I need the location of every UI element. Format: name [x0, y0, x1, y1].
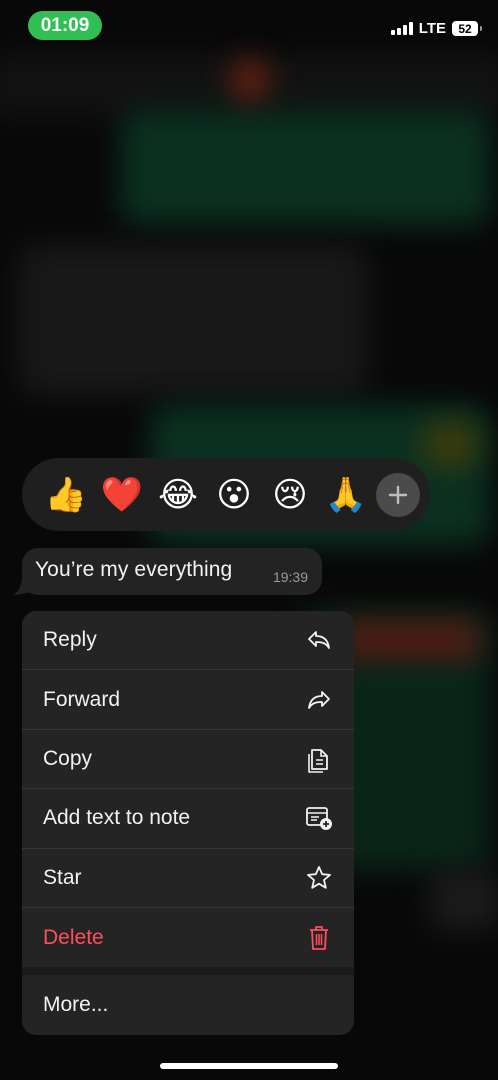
note-add-icon — [304, 803, 334, 833]
menu-item-reply[interactable]: Reply — [22, 611, 354, 671]
reaction-thumbs-up[interactable]: 👍 — [38, 465, 94, 525]
menu-item-forward[interactable]: Forward — [22, 670, 354, 730]
reaction-surprised[interactable]: 😮 — [206, 465, 262, 525]
menu-item-label: Delete — [43, 925, 104, 949]
reaction-tears-of-joy[interactable]: 😂 — [150, 465, 206, 525]
message-timestamp: 19:39 — [272, 569, 308, 585]
battery-level: 52 — [458, 21, 472, 36]
forward-icon — [304, 685, 334, 715]
menu-item-label: Forward — [43, 687, 121, 711]
star-icon — [304, 863, 334, 893]
signal-icon — [390, 22, 413, 35]
battery-icon: 52 — [452, 21, 482, 36]
more-reactions-button[interactable] — [376, 472, 420, 517]
menu-separator — [22, 967, 354, 976]
reaction-bar: 👍 ❤️ 😂 😮 😢 🙏 — [22, 458, 430, 531]
menu-item-copy[interactable]: Copy — [22, 730, 354, 790]
reaction-folded-hands[interactable]: 🙏 — [318, 465, 374, 525]
menu-item-label: Copy — [43, 746, 93, 770]
menu-item-label: More... — [43, 992, 109, 1016]
message-text: You’re my everything — [35, 558, 233, 581]
reaction-crying[interactable]: 😢 — [262, 465, 318, 525]
status-time: 01:09 — [28, 11, 102, 40]
menu-item-more[interactable]: More... — [22, 975, 354, 1034]
message-context-menu: Reply Forward Copy Add text to note Star… — [22, 611, 354, 1035]
network-type: LTE — [418, 20, 446, 37]
status-indicators: LTE 52 — [390, 20, 482, 37]
plus-icon — [388, 485, 408, 504]
menu-item-delete[interactable]: Delete — [22, 908, 354, 967]
menu-item-add-to-note[interactable]: Add text to note — [22, 789, 354, 849]
menu-item-star[interactable]: Star — [22, 849, 354, 908]
copy-icon — [304, 744, 334, 774]
reaction-heart[interactable]: ❤️ — [94, 465, 150, 525]
menu-item-label: Star — [43, 865, 82, 889]
menu-item-label: Add text to note — [43, 806, 191, 830]
menu-item-label: Reply — [43, 628, 97, 652]
trash-icon — [304, 923, 334, 953]
reply-icon — [304, 625, 334, 655]
home-indicator[interactable] — [160, 1063, 338, 1069]
message-bubble[interactable]: You’re my everything 19:39 — [22, 548, 322, 595]
